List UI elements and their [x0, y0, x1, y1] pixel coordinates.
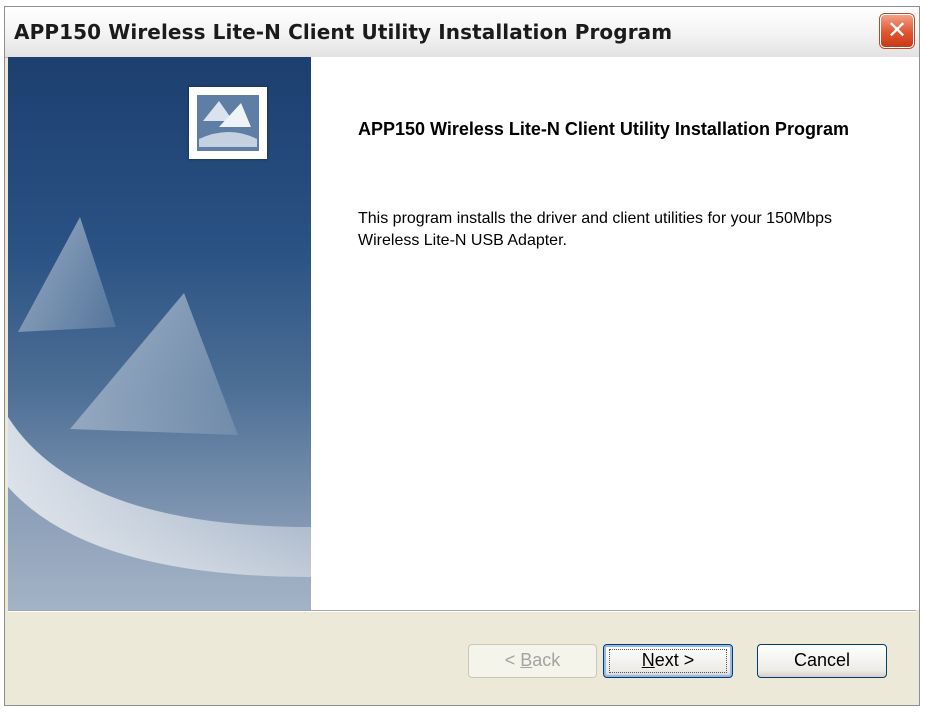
page-title: APP150 Wireless Lite-N Client Utility In…: [358, 119, 849, 139]
back-prefix: <: [504, 650, 521, 670]
sail-shape-large: [18, 217, 116, 332]
close-icon: ✕: [886, 16, 908, 44]
back-button[interactable]: < Back: [468, 644, 597, 678]
focus-rectangle: [609, 649, 727, 673]
back-label-rest: ack: [532, 650, 561, 670]
page-description: This program installs the driver and cli…: [358, 210, 832, 249]
back-mnemonic: B: [520, 650, 533, 670]
cancel-button[interactable]: Cancel: [757, 644, 887, 678]
installer-window: APP150 Wireless Lite-N Client Utility In…: [4, 6, 920, 706]
installer-logo-icon: [189, 87, 267, 159]
window-title: APP150 Wireless Lite-N Client Utility In…: [14, 20, 673, 44]
wizard-banner: [8, 57, 311, 610]
wizard-content: APP150 Wireless Lite-N Client Utility In…: [311, 57, 919, 610]
close-button[interactable]: ✕: [880, 14, 914, 48]
divider: [8, 610, 916, 612]
title-bar[interactable]: APP150 Wireless Lite-N Client Utility In…: [5, 7, 919, 58]
next-button[interactable]: Next >: [603, 644, 733, 678]
